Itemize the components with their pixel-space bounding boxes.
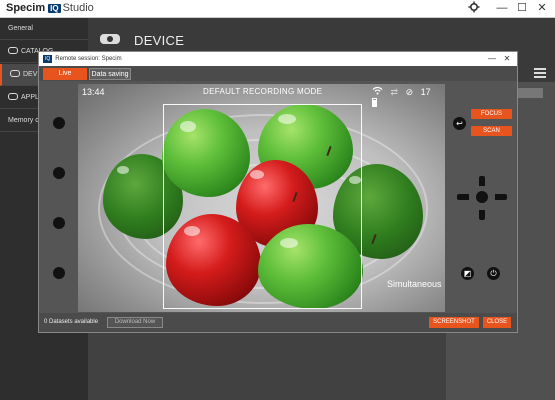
focus-button[interactable]: FOCUS — [471, 109, 512, 119]
tab-live[interactable]: Live — [43, 68, 87, 80]
maximize-button[interactable]: ☐ — [513, 1, 531, 15]
device-icon — [10, 70, 20, 77]
hardware-button[interactable] — [53, 267, 65, 279]
dpad-left-button[interactable] — [457, 194, 469, 200]
mode-overlay-label: Simultaneous — [387, 279, 442, 289]
close-button[interactable]: CLOSE — [483, 317, 511, 328]
hardware-button[interactable] — [53, 117, 65, 129]
back-arrow-icon[interactable]: ↩ — [453, 117, 466, 130]
dialog-titlebar: IQ Remote session: Specim — ✕ — [39, 52, 517, 66]
tab-data-saving[interactable]: Data saving — [89, 68, 131, 80]
app-logo-badge: IQ — [48, 4, 61, 13]
settings-gear-icon[interactable] — [465, 1, 483, 15]
hardware-button[interactable] — [53, 167, 65, 179]
camera-icon — [100, 34, 120, 44]
storage-counter: 17 — [420, 87, 431, 97]
transfer-icon: ⇄ — [390, 87, 399, 97]
menu-icon[interactable] — [534, 68, 546, 78]
dpad-right-button[interactable] — [495, 194, 507, 200]
recording-mode-label: DEFAULT RECORDING MODE — [203, 87, 323, 96]
screenshot-button[interactable]: SCREENSHOT — [429, 317, 479, 328]
live-view-screen[interactable]: 13:44 DEFAULT RECORDING MODE ⇄ ⊘ 17 Simu… — [78, 84, 445, 312]
focus-region-box[interactable] — [163, 104, 362, 309]
application-icon — [8, 93, 18, 100]
close-window-button[interactable]: ✕ — [533, 1, 551, 15]
app-logo: Specim IQ Studio — [6, 2, 94, 14]
catalog-icon — [8, 47, 18, 54]
dialog-close-button[interactable]: ✕ — [502, 52, 512, 66]
download-now-button[interactable]: Download Now — [107, 317, 163, 328]
dpad-down-button[interactable] — [479, 210, 485, 220]
remote-session-dialog: IQ Remote session: Specim — ✕ Live Data s… — [38, 51, 518, 333]
wifi-icon — [372, 86, 386, 97]
display-toggle-icon[interactable]: ◩ — [461, 267, 474, 280]
sidebar-item-general[interactable]: General — [0, 18, 88, 40]
status-icons: ⇄ ⊘ 17 — [372, 86, 445, 108]
dpad-up-button[interactable] — [479, 176, 485, 186]
battery-icon — [372, 98, 377, 107]
device-frame: 13:44 DEFAULT RECORDING MODE ⇄ ⊘ 17 Simu… — [39, 81, 517, 313]
no-gps-icon: ⊘ — [405, 87, 414, 97]
power-icon[interactable]: ⏻ — [487, 267, 500, 280]
app-logo-text: Specim — [6, 2, 46, 14]
datasets-count-label: 0 Datasets available — [44, 319, 99, 325]
dialog-minimize-button[interactable]: — — [487, 52, 497, 66]
minimize-button[interactable]: — — [493, 1, 511, 15]
scan-button[interactable]: SCAN — [471, 126, 512, 136]
background-panel — [88, 330, 446, 400]
dialog-title: Remote session: Specim — [55, 56, 122, 62]
clock-time: 13:44 — [82, 87, 105, 97]
app-titlebar: Specim IQ Studio — ☐ ✕ — [0, 0, 555, 18]
dialog-logo-badge: IQ — [43, 55, 53, 63]
app-logo-product: Studio — [62, 2, 94, 14]
dpad-center-button[interactable] — [476, 191, 488, 203]
dialog-footer: 0 Datasets available Download Now SCREEN… — [39, 314, 517, 332]
hardware-button[interactable] — [53, 217, 65, 229]
page-title: DEVICE — [134, 33, 185, 48]
right-controls: ↩ FOCUS SCAN ◩ ⏻ — [445, 81, 517, 313]
